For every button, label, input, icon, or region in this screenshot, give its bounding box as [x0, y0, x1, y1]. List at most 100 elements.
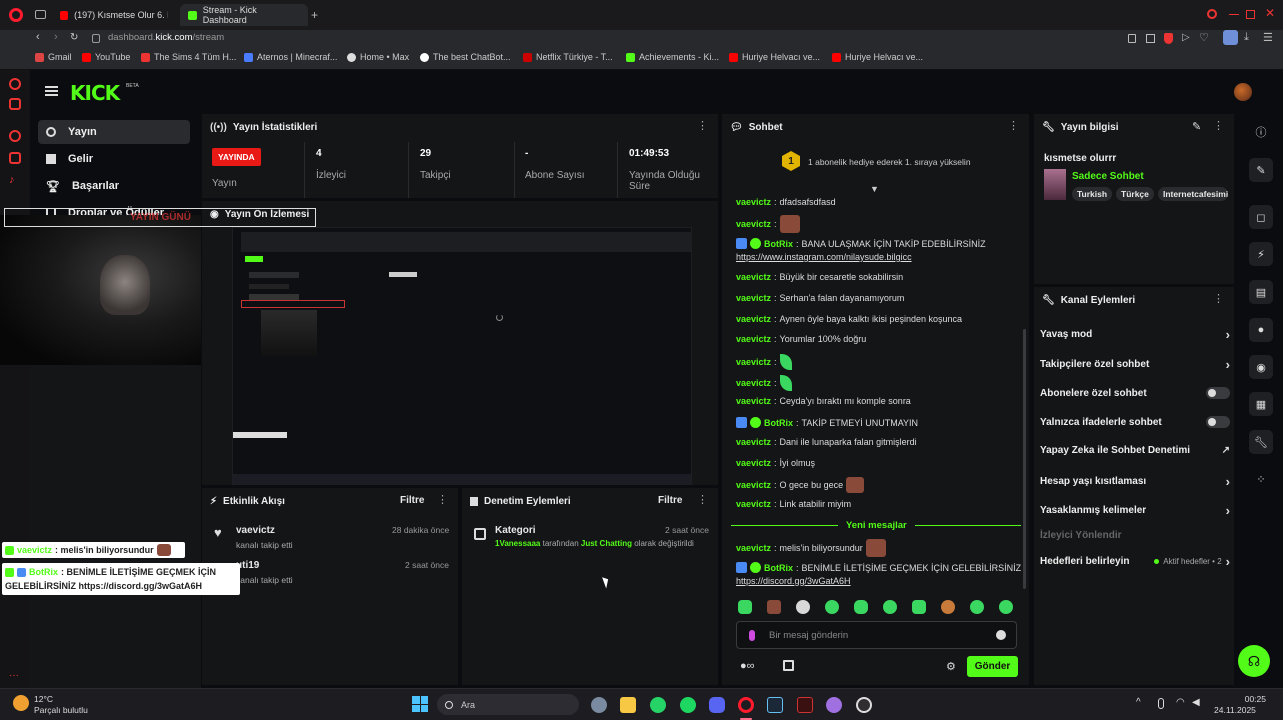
chat-message[interactable]: vaevictz: Büyük bir cesaretle sokabilirsi…: [736, 272, 903, 282]
account-age-row[interactable]: Hesap yaşı kısıtlaması ›: [1040, 474, 1230, 489]
whatsapp-app-icon[interactable]: [650, 697, 666, 713]
bookmark-max[interactable]: Home • Max: [347, 52, 409, 62]
chat-message[interactable]: vaevictz:: [736, 354, 792, 370]
settings-app-icon[interactable]: [591, 697, 607, 713]
snapshot-icon[interactable]: [1146, 34, 1155, 43]
forward-icon[interactable]: ›: [54, 31, 58, 43]
clock-date[interactable]: 24.11.2025: [1214, 705, 1256, 715]
opera-logo-icon[interactable]: [9, 8, 23, 22]
edit-widgets-icon[interactable]: ✎: [1249, 158, 1273, 182]
emote-icon[interactable]: [999, 600, 1013, 614]
chat-link[interactable]: https://www.instagram.com/nilaysude.bilg…: [736, 252, 912, 262]
game-app-icon[interactable]: [826, 697, 842, 713]
microphone-icon[interactable]: [749, 630, 755, 641]
chat-bubble-icon[interactable]: ●: [1249, 318, 1273, 342]
nav-basarilar[interactable]: 🏆︎ Başarılar: [38, 174, 190, 198]
close-window-button[interactable]: ✕: [1265, 6, 1275, 20]
bookmark-achievements[interactable]: Achievements - Ki...: [626, 52, 719, 62]
actions-more-icon[interactable]: ⋮: [1213, 294, 1224, 305]
whatsapp-icon[interactable]: [9, 130, 21, 142]
tiktok-icon[interactable]: ♪: [9, 174, 21, 186]
mod-more-icon[interactable]: ⋮: [697, 495, 708, 506]
chat-message[interactable]: vaevictz: İyi olmuş: [736, 458, 815, 468]
opera-app-icon[interactable]: [738, 697, 754, 713]
bookmark-gmail[interactable]: Gmail: [35, 52, 72, 62]
bolt-icon[interactable]: ⚡︎: [1249, 242, 1273, 266]
tag-pill[interactable]: Turkish: [1072, 187, 1113, 201]
chat-scrollbar[interactable]: [1023, 329, 1026, 589]
activity-more-icon[interactable]: ⋮: [437, 495, 448, 506]
new-tab-button[interactable]: +: [311, 8, 318, 22]
chat-link[interactable]: https://discord.gg/3wGatA6H: [736, 576, 851, 586]
info-more-icon[interactable]: ⋮: [1213, 121, 1224, 132]
steam-app-icon[interactable]: [767, 697, 783, 713]
more-icon[interactable]: ···: [9, 670, 21, 682]
chat-settings-icon[interactable]: ⚙︎: [946, 660, 956, 673]
chat-message[interactable]: vaevictz: Yorumlar 100% doğru: [736, 334, 866, 344]
emoji-picker-icon[interactable]: [996, 630, 1006, 640]
windows-start-icon[interactable]: [412, 696, 428, 712]
weather-icon[interactable]: [13, 695, 29, 711]
chat-message[interactable]: vaevictz: Ceyda'yı bıraktı mı komple sonr…: [736, 396, 911, 406]
chat-message[interactable]: vaevictz: Link atabilir miyim: [736, 499, 851, 509]
browser-tab-kick[interactable]: Stream - Kick Dashboard: [180, 4, 308, 26]
chat-message[interactable]: vaevictz:: [736, 375, 792, 391]
edit-icon[interactable]: ✎: [1192, 120, 1201, 133]
kick-logo[interactable]: KICK: [70, 81, 120, 105]
info-icon[interactable]: ⓘ: [1249, 120, 1273, 144]
chat-message[interactable]: BotRix: BANA ULAŞMAK İÇİN TAKİP EDEBİLİRS…: [736, 238, 986, 249]
chat-more-icon[interactable]: ⋮: [1008, 121, 1019, 132]
heart-icon[interactable]: ♡: [1199, 31, 1209, 44]
search-tabs-icon[interactable]: [1207, 9, 1217, 19]
ai-moderation-row[interactable]: Yapay Zeka ile Sohbet Denetimi ↗: [1040, 445, 1230, 456]
back-icon[interactable]: ‹: [36, 31, 40, 43]
microphone-tray-icon[interactable]: [1158, 698, 1164, 709]
emote-only-row[interactable]: Yalnızca ifadelerle sohbet: [1040, 416, 1230, 428]
chat-message[interactable]: vaevictz: Serhan'a falan dayanamıyorum: [736, 293, 904, 303]
emote-icon[interactable]: [825, 600, 839, 614]
browser-tab-youtube[interactable]: (197) Kısmetse Olur 6. Ha: [52, 4, 176, 26]
minimize-button[interactable]: [1229, 14, 1239, 15]
bookmark-netflix[interactable]: Netflix Türkiye - T...: [523, 52, 613, 62]
emote-icon[interactable]: [970, 600, 984, 614]
goals-row[interactable]: Hedefleri belirleyin Aktif hedefler • 2 ›: [1040, 554, 1230, 569]
chat-message[interactable]: vaevictz: Aynen öyle baya kalktı ikisi pe…: [736, 314, 962, 324]
send-button[interactable]: Gönder: [967, 656, 1018, 677]
download-icon[interactable]: ⤓: [1244, 31, 1249, 44]
chat-message[interactable]: BotRix: BENİMLE İLETİŞİME GEÇMEK İÇİN GEL…: [736, 562, 1021, 573]
emote-icon[interactable]: [767, 600, 781, 614]
chat-message[interactable]: vaevictz: dfadsafsdfasd: [736, 197, 836, 207]
profile-avatar[interactable]: [1223, 30, 1238, 45]
emote-icon[interactable]: [854, 600, 868, 614]
discord-app-icon[interactable]: [709, 697, 725, 713]
broadcast-icon[interactable]: ◉: [1249, 355, 1273, 379]
emote-icon[interactable]: [912, 600, 926, 614]
hamburger-menu-icon[interactable]: [45, 86, 58, 96]
bookmark-aternos[interactable]: Aternos | Minecraf...: [244, 52, 337, 62]
tag-pill[interactable]: Internetcafesimi: [1158, 187, 1228, 201]
emote-icon[interactable]: [883, 600, 897, 614]
url-field[interactable]: dashboard.kick.com/stream: [108, 32, 224, 43]
nav-yayin[interactable]: Yayın: [38, 120, 190, 144]
extensions-icon[interactable]: ▷: [1182, 32, 1190, 43]
menu-icon[interactable]: ☰: [1263, 31, 1273, 44]
slow-mode-row[interactable]: Yavaş mod ›: [1040, 327, 1230, 342]
bookmark-chatbot[interactable]: The best ChatBot...: [420, 52, 511, 62]
category-link[interactable]: Sadece Sohbet: [1072, 171, 1144, 182]
pin-icon[interactable]: [1128, 34, 1136, 43]
workspace-icon[interactable]: [35, 10, 46, 19]
reload-icon[interactable]: ↻: [70, 32, 78, 43]
subs-only-toggle[interactable]: [1206, 387, 1230, 399]
chat-message[interactable]: BotRix: TAKİP ETMEYİ UNUTMAYIN: [736, 417, 918, 428]
site-info-icon[interactable]: [92, 34, 100, 43]
spotify-app-icon[interactable]: [680, 697, 696, 713]
bookmark-sims[interactable]: The Sims 4 Tüm H...: [141, 52, 236, 62]
emote-icon[interactable]: [941, 600, 955, 614]
stats-more-icon[interactable]: ⋮: [697, 121, 708, 132]
chat-message[interactable]: vaevictz: O gece bu gece: [736, 477, 865, 493]
tray-chevron-icon[interactable]: ^: [1136, 697, 1141, 708]
emote-icon[interactable]: [796, 600, 810, 614]
scroll-down-icon[interactable]: ▼: [870, 184, 879, 194]
clip-icon[interactable]: ◻: [1249, 205, 1273, 229]
file-explorer-icon[interactable]: [620, 697, 636, 713]
